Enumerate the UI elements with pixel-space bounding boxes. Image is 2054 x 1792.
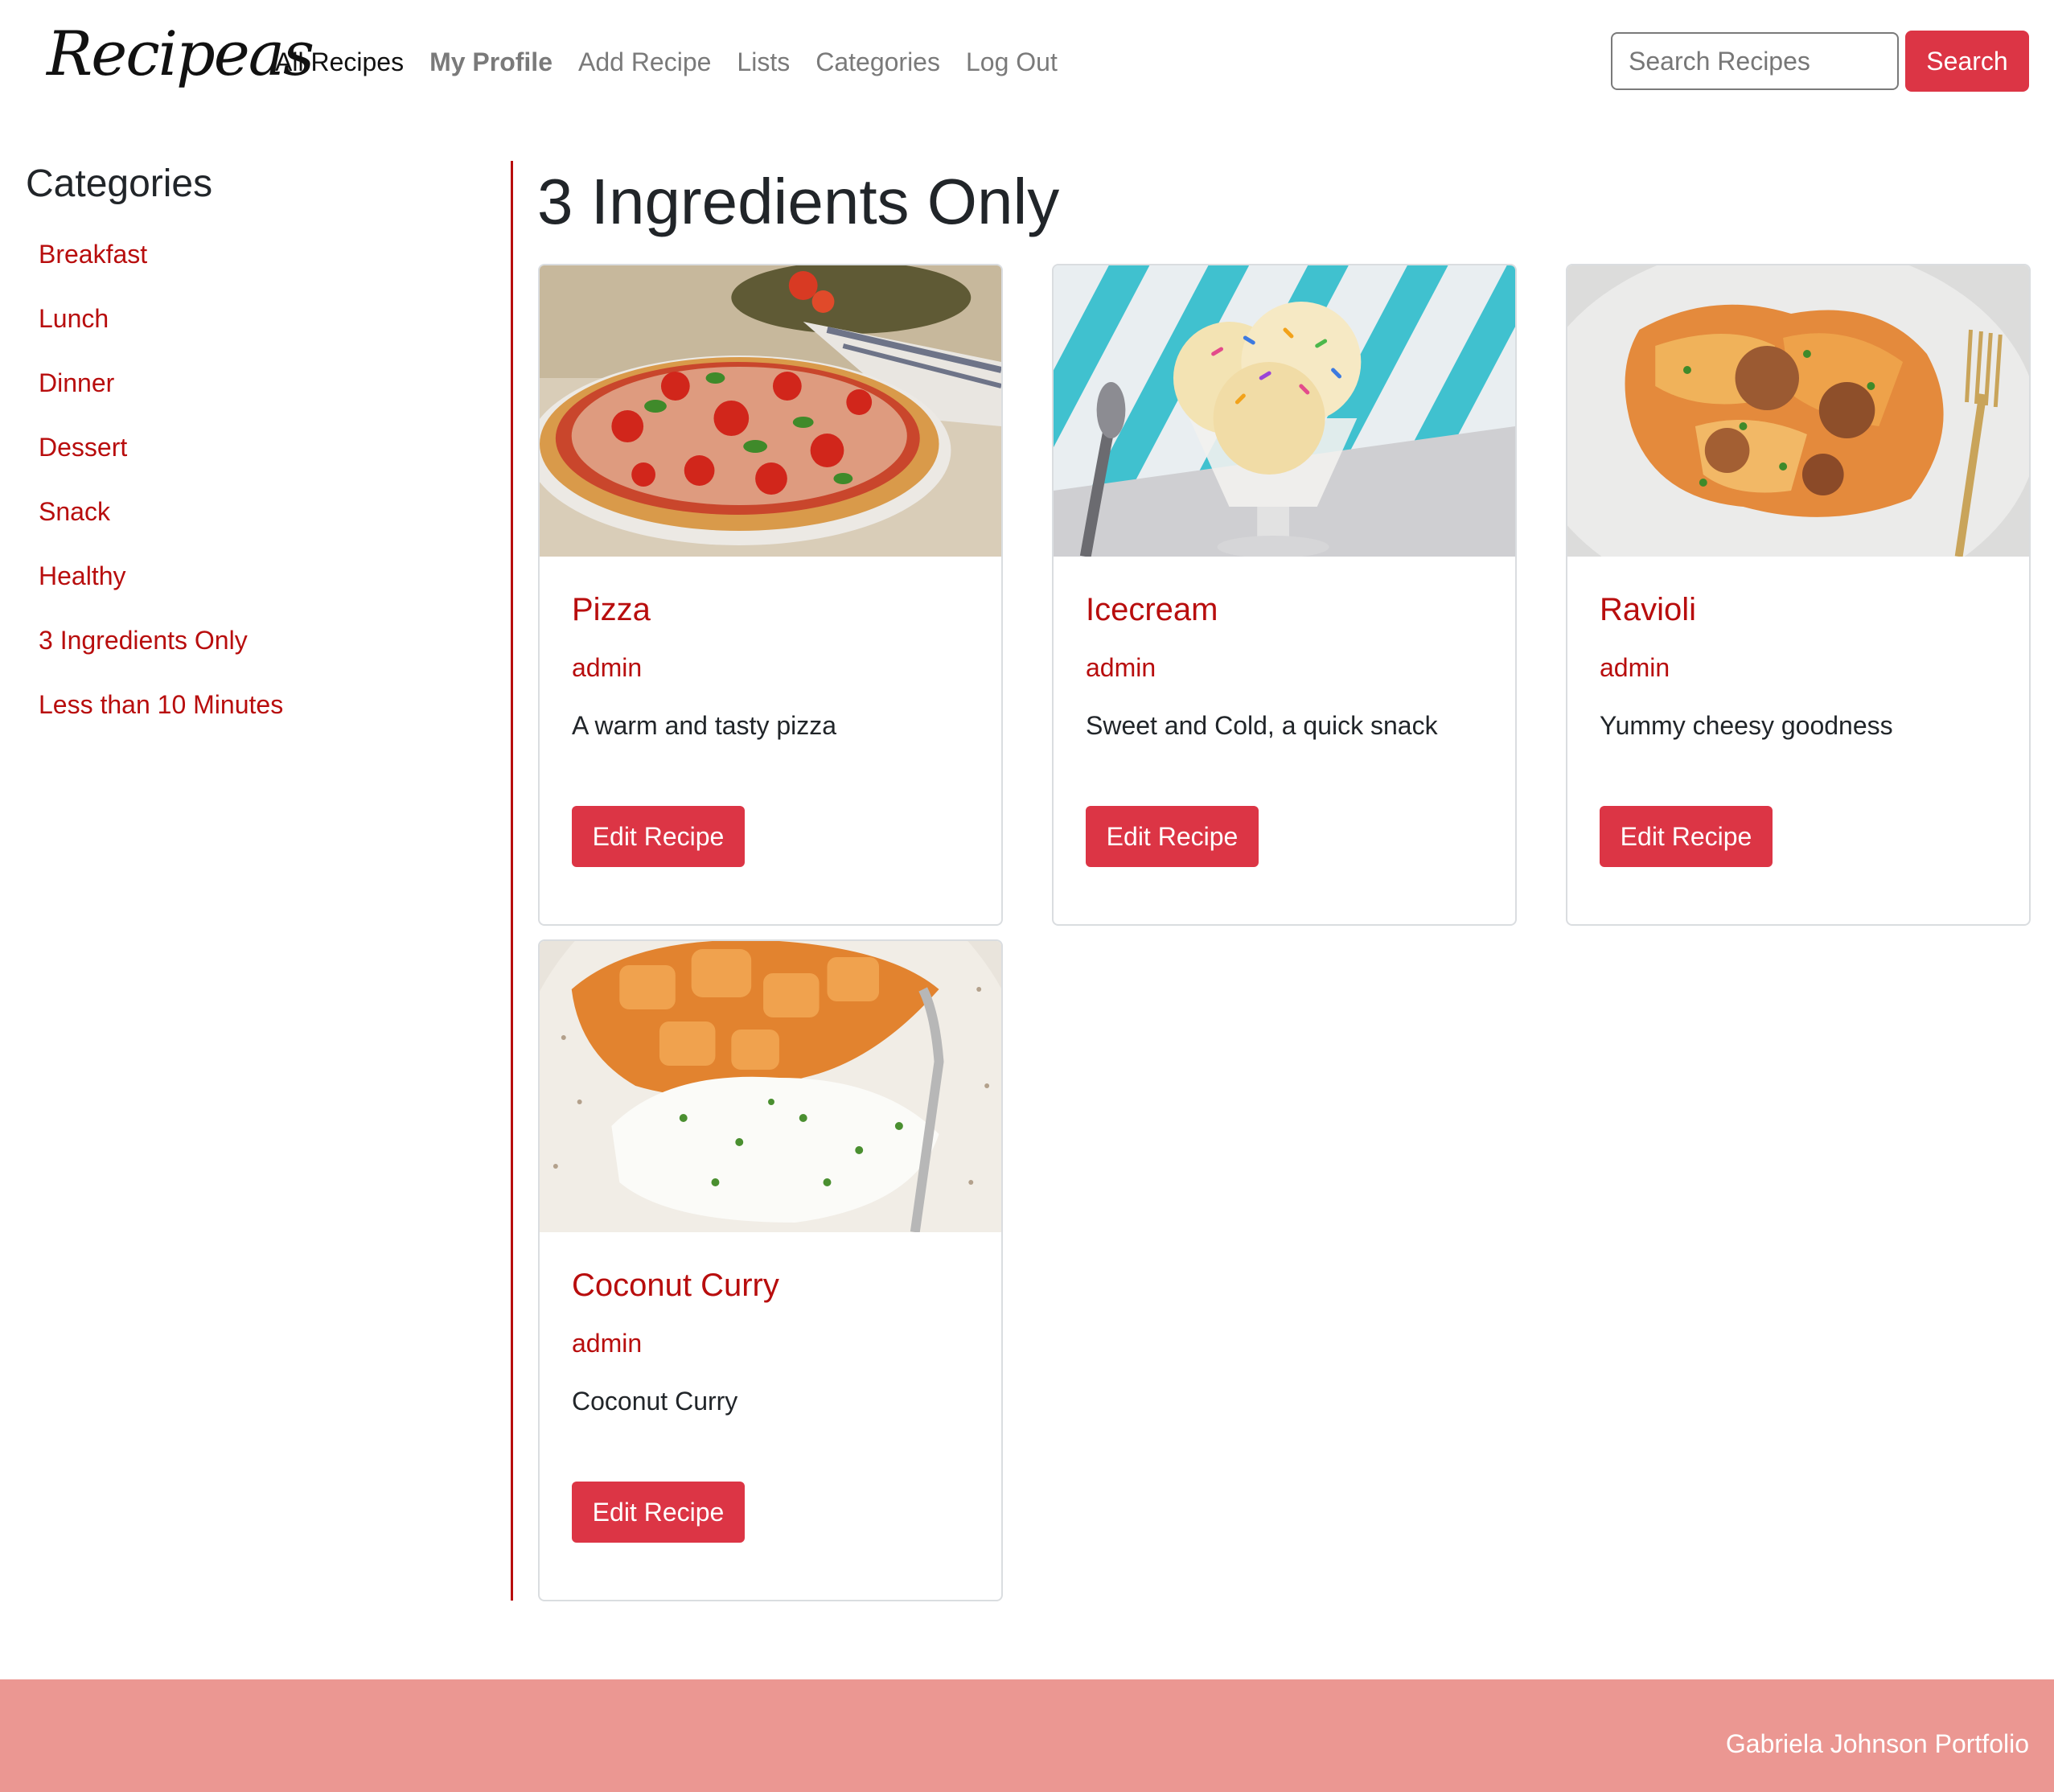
card-body: Pizza admin A warm and tasty pizza	[540, 557, 1001, 745]
ravioli-photo[interactable]	[1567, 265, 2029, 557]
recipe-title[interactable]: Coconut Curry	[572, 1266, 969, 1305]
main-nav: All Recipes My Profile Add Recipe Lists …	[275, 40, 1058, 84]
nav-log-out[interactable]: Log Out	[966, 40, 1058, 84]
recipe-author[interactable]: admin	[1600, 648, 1997, 687]
recipe-title[interactable]: Pizza	[572, 590, 969, 629]
navbar: Recipeas All Recipes My Profile Add Reci…	[0, 0, 2054, 124]
card-body: Icecream admin Sweet and Cold, a quick s…	[1054, 557, 1515, 745]
category-link-lunch[interactable]: Lunch	[26, 286, 476, 351]
card-body: Ravioli admin Yummy cheesy goodness	[1567, 557, 2029, 745]
category-link-dinner[interactable]: Dinner	[26, 351, 476, 415]
edit-recipe-button[interactable]: Edit Recipe	[1086, 806, 1259, 867]
category-sidebar: Categories Breakfast Lunch Dinner Desser…	[26, 158, 476, 737]
curry-photo[interactable]	[540, 941, 1001, 1232]
edit-recipe-button[interactable]: Edit Recipe	[572, 806, 745, 867]
footer: Gabriela Johnson Portfolio	[0, 1679, 2054, 1792]
search-input[interactable]	[1611, 32, 1899, 90]
category-link-dessert[interactable]: Dessert	[26, 415, 476, 479]
recipe-description: Yummy cheesy goodness	[1600, 711, 1893, 740]
category-link-snack[interactable]: Snack	[26, 479, 476, 544]
edit-recipe-button[interactable]: Edit Recipe	[1600, 806, 1773, 867]
page-title: 3 Ingredients Only	[537, 166, 1060, 237]
category-list: Breakfast Lunch Dinner Dessert Snack Hea…	[26, 222, 476, 737]
recipe-description: Coconut Curry	[572, 1387, 738, 1416]
recipe-card: Ravioli admin Yummy cheesy goodness Edit…	[1566, 264, 2031, 926]
recipe-card: Pizza admin A warm and tasty pizza Edit …	[538, 264, 1003, 926]
recipe-author[interactable]: admin	[1086, 648, 1483, 687]
recipe-card: Icecream admin Sweet and Cold, a quick s…	[1052, 264, 1517, 926]
edit-recipe-button[interactable]: Edit Recipe	[572, 1482, 745, 1543]
recipe-title[interactable]: Icecream	[1086, 590, 1483, 629]
nav-lists[interactable]: Lists	[737, 40, 790, 84]
brand-logo[interactable]: Recipeas	[47, 14, 314, 94]
footer-credit: Gabriela Johnson Portfolio	[1725, 1729, 2029, 1758]
nav-add-recipe[interactable]: Add Recipe	[578, 40, 711, 84]
card-body: Coconut Curry admin Coconut Curry	[540, 1232, 1001, 1420]
recipe-card: Coconut Curry admin Coconut Curry Edit R…	[538, 939, 1003, 1601]
sidebar-divider	[511, 161, 513, 1601]
search-button[interactable]: Search	[1905, 31, 2029, 92]
category-link-healthy[interactable]: Healthy	[26, 544, 476, 608]
recipe-description: Sweet and Cold, a quick snack	[1086, 711, 1438, 740]
pizza-photo[interactable]	[540, 265, 1001, 557]
category-link-less-than-10-minutes[interactable]: Less than 10 Minutes	[26, 672, 476, 737]
recipe-author[interactable]: admin	[572, 1324, 969, 1362]
recipe-description: A warm and tasty pizza	[572, 711, 837, 740]
recipe-author[interactable]: admin	[572, 648, 969, 687]
nav-all-recipes[interactable]: All Recipes	[275, 40, 404, 84]
category-link-3-ingredients[interactable]: 3 Ingredients Only	[26, 608, 476, 672]
nav-my-profile[interactable]: My Profile	[429, 40, 553, 84]
category-link-breakfast[interactable]: Breakfast	[26, 222, 476, 286]
nav-categories[interactable]: Categories	[815, 40, 940, 84]
sidebar-title: Categories	[26, 162, 213, 205]
icecream-photo[interactable]	[1054, 265, 1515, 557]
recipe-title[interactable]: Ravioli	[1600, 590, 1997, 629]
